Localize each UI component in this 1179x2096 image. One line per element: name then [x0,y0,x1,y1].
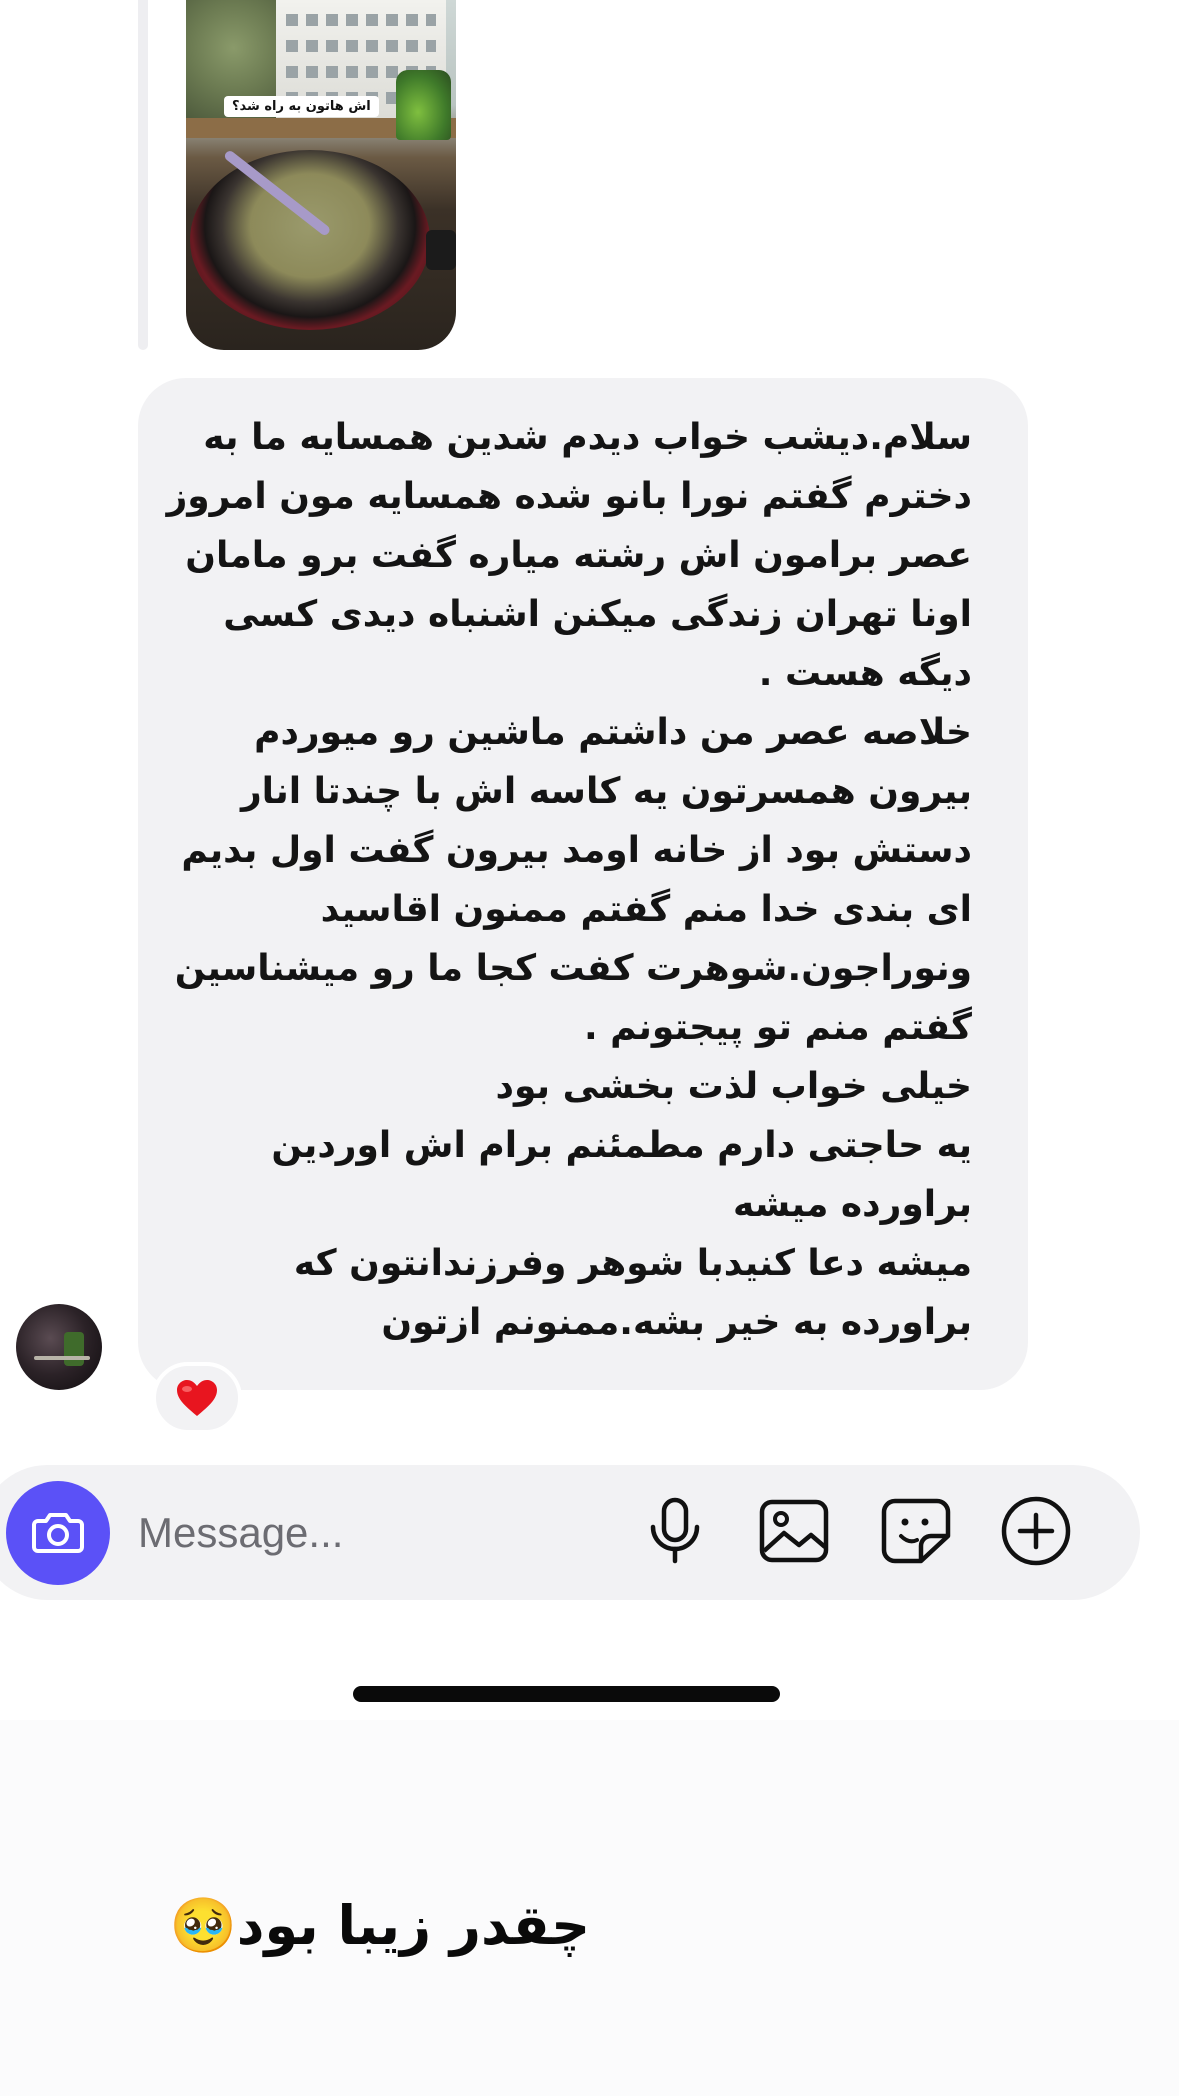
avatar-text-line [34,1356,90,1360]
story-reply-image[interactable]: اش هاتون به راه شد؟ [186,0,456,350]
message-input[interactable] [138,1495,598,1571]
message-text: سلام.دیشب خواب دیدم شدین همسایه ما به دخ… [166,417,972,1343]
camera-button[interactable] [6,1481,110,1585]
home-indicator[interactable] [353,1686,780,1702]
microphone-icon [647,1497,703,1569]
story-pot [190,150,430,330]
avatar-mark [64,1332,84,1366]
plus-icon [1000,1495,1072,1571]
camera-icon [32,1509,84,1557]
story-bottles [396,70,451,140]
story-image-caption: اش هاتون به راه شد؟ [224,96,379,117]
message-bubble[interactable]: سلام.دیشب خواب دیدم شدین همسایه ما به دخ… [138,378,1028,1390]
heart-icon [175,1378,219,1418]
thread-reply-line [138,0,148,350]
overlay-caption: چقدر زیبا بود🥹 [169,1894,590,1957]
gallery-icon [759,1499,829,1567]
voice-message-button[interactable] [637,1495,713,1571]
sender-avatar[interactable] [16,1304,102,1390]
story-pot-handle [426,230,456,270]
sticker-icon [881,1498,951,1568]
heart-reaction[interactable] [152,1362,242,1434]
sticker-button[interactable] [878,1495,954,1571]
gallery-button[interactable] [756,1495,832,1571]
message-composer [0,1465,1140,1600]
more-options-button[interactable] [998,1495,1074,1571]
